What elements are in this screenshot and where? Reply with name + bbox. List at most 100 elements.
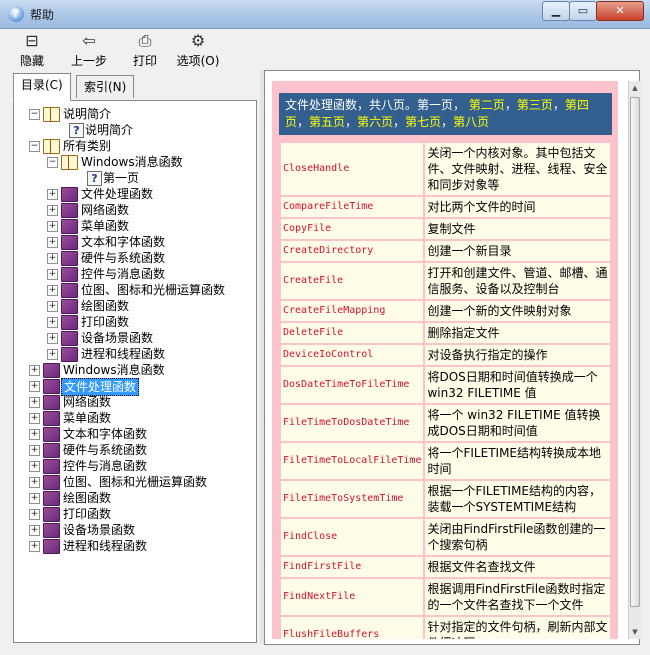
expand-icon[interactable]: + [47,221,58,232]
closed-book-icon [61,315,78,330]
expand-icon[interactable]: + [29,509,40,520]
tree-sub-item[interactable]: + 绘图函数 [14,298,254,314]
expand-icon[interactable]: + [29,381,40,392]
tree-top-item[interactable]: + 进程和线程函数 [14,538,254,554]
expand-icon[interactable]: + [29,477,40,488]
options-button[interactable]: ⚙ 选项(O) [176,32,220,69]
scroll-thumb[interactable] [630,97,640,607]
title-bar[interactable]: ? 帮助 ▁ ▭ ✕ [0,0,650,29]
collapse-icon[interactable]: − [47,157,58,168]
function-name-link[interactable]: DeleteFile [281,323,424,343]
tree-top-item[interactable]: + 控件与消息函数 [14,458,254,474]
page-link[interactable]: 第六页 [357,115,393,129]
expand-icon[interactable]: + [47,269,58,280]
print-button[interactable]: ⎙ 打印 [128,32,162,69]
tree-top-item[interactable]: + 菜单函数 [14,410,254,426]
expand-icon[interactable]: + [29,541,40,552]
expand-icon[interactable]: + [47,349,58,360]
contents-tree[interactable]: − 说明简介? 说明简介 − 所有类别 − Windows消息函数? 第一页 + 文件处理函数 + 网… [13,100,257,643]
tree-label: 所有类别 [63,139,112,153]
expand-icon[interactable]: + [29,493,40,504]
expand-icon[interactable]: + [29,365,40,376]
tree-sub-item[interactable]: + 进程和线程函数 [14,346,254,362]
function-name-link[interactable]: FindFirstFile [281,557,424,577]
collapse-icon[interactable]: − [29,109,40,120]
tree-node-win-msg[interactable]: − Windows消息函数 [14,154,254,170]
tree-top-item[interactable]: + 设备场景函数 [14,522,254,538]
tree-top-item[interactable]: + 文本和字体函数 [14,426,254,442]
tree-top-item[interactable]: + 位图、图标和光栅运算函数 [14,474,254,490]
tree-sub-item[interactable]: + 设备场景函数 [14,330,254,346]
tree-page-first[interactable]: ? 第一页 [14,170,254,186]
tree-top-item[interactable]: + 打印函数 [14,506,254,522]
tree-top-item[interactable]: + 网络函数 [14,394,254,410]
options-icon: ⚙ [190,31,206,50]
function-name-link[interactable]: FindClose [281,519,424,555]
tree-sub-item[interactable]: + 硬件与系统函数 [14,250,254,266]
function-name-link[interactable]: CreateDirectory [281,241,424,261]
tree-sub-item[interactable]: + 文件处理函数 [14,186,254,202]
expand-icon[interactable]: + [47,237,58,248]
function-name-link[interactable]: DeviceIoControl [281,345,424,365]
scroll-down-icon[interactable]: ▼ [629,625,641,639]
function-description: 根据一个FILETIME结构的内容，装载一个SYSTEMTIME结构 [425,481,610,517]
maximize-button[interactable]: ▭ [569,1,597,21]
page-link[interactable]: 第七页 [405,115,441,129]
close-button[interactable]: ✕ [596,1,644,21]
expand-icon[interactable]: + [29,429,40,440]
page-link[interactable]: 第二页 [469,98,505,112]
function-name-link[interactable]: CreateFileMapping [281,301,424,321]
tree-top-item[interactable]: + 文件处理函数 [14,378,254,396]
table-row: FileTimeToSystemTime 根据一个FILETIME结构的内容，装载… [281,481,610,517]
tree-top-item[interactable]: + 硬件与系统函数 [14,442,254,458]
tree-sub-item[interactable]: + 控件与消息函数 [14,266,254,282]
tab-index[interactable]: 索引(N) [76,75,135,98]
collapse-icon[interactable]: − [29,141,40,152]
function-name-link[interactable]: FlushFileBuffers [281,617,424,639]
tree-node-all[interactable]: − 所有类别 [14,138,254,154]
function-name-link[interactable]: FindNextFile [281,579,424,615]
function-name-link[interactable]: FileTimeToLocalFileTime [281,443,424,479]
back-button[interactable]: ⇦ 上一步 [68,32,110,69]
page-link[interactable]: 第八页 [453,115,489,129]
expand-icon[interactable]: + [29,525,40,536]
expand-icon[interactable]: + [29,397,40,408]
tree-page-intro[interactable]: ? 说明简介 [14,122,254,138]
expand-icon[interactable]: + [47,333,58,344]
expand-icon[interactable]: + [47,285,58,296]
page-link[interactable]: 第三页 [517,98,553,112]
table-row: CompareFileTime 对比两个文件的时间 [281,197,610,217]
tree-sub-item[interactable]: + 网络函数 [14,202,254,218]
expand-icon[interactable]: + [47,205,58,216]
page-link[interactable]: 第五页 [309,115,345,129]
expand-icon[interactable]: + [47,301,58,312]
print-label: 打印 [132,54,157,68]
expand-icon[interactable]: + [29,413,40,424]
vertical-scrollbar[interactable]: ▲ ▼ [628,81,641,639]
function-name-link[interactable]: CreateFile [281,263,424,299]
tree-top-item[interactable]: + Windows消息函数 [14,362,254,378]
tree-top-item[interactable]: + 绘图函数 [14,490,254,506]
function-name-link[interactable]: CopyFile [281,219,424,239]
expand-icon[interactable]: + [29,461,40,472]
function-name-link[interactable]: CompareFileTime [281,197,424,217]
function-name-link[interactable]: FileTimeToDosDateTime [281,405,424,441]
scroll-up-icon[interactable]: ▲ [629,81,641,95]
function-name-link[interactable]: DosDateTimeToFileTime [281,367,424,403]
function-description: 删除指定文件 [425,323,610,343]
tree-sub-item[interactable]: + 位图、图标和光栅运算函数 [14,282,254,298]
tab-contents[interactable]: 目录(C) [13,73,71,101]
tree-node-intro[interactable]: − 说明简介 [14,106,254,122]
expand-icon[interactable]: + [47,253,58,264]
tree-sub-item[interactable]: + 文本和字体函数 [14,234,254,250]
function-name-link[interactable]: CloseHandle [281,143,424,195]
expand-icon[interactable]: + [47,189,58,200]
minimize-button[interactable]: ▁ [542,1,570,21]
expand-icon[interactable]: + [29,445,40,456]
expand-icon[interactable]: + [47,317,58,328]
tree-label: 设备场景函数 [63,523,136,537]
tree-sub-item[interactable]: + 菜单函数 [14,218,254,234]
function-name-link[interactable]: FileTimeToSystemTime [281,481,424,517]
tree-sub-item[interactable]: + 打印函数 [14,314,254,330]
hide-button[interactable]: ⊟ 隐藏 [14,32,50,69]
